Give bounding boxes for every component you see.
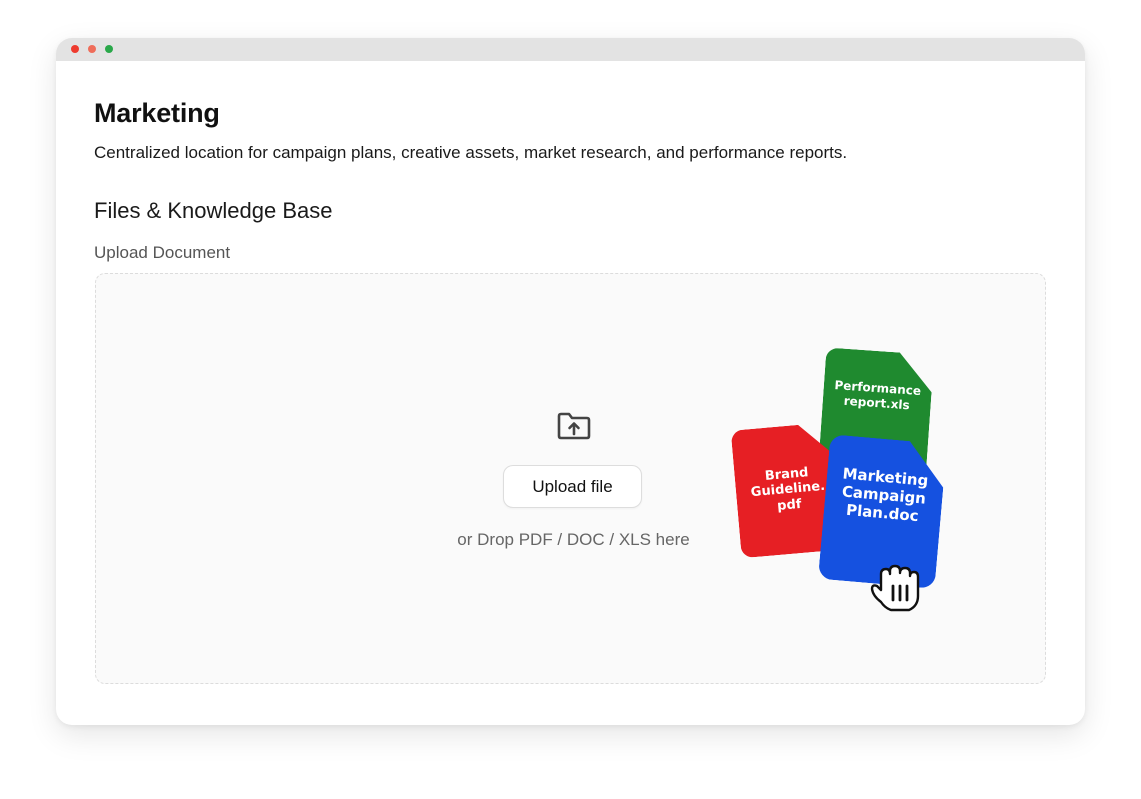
close-window-button[interactable] xyxy=(71,45,79,53)
maximize-window-button[interactable] xyxy=(105,45,113,53)
page-title: Marketing xyxy=(94,98,220,128)
app-window: Marketing Centralized location for campa… xyxy=(56,38,1085,725)
folder-upload-icon xyxy=(557,412,591,440)
minimize-window-button[interactable] xyxy=(88,45,96,53)
file-card-label: Marketing Campaign Plan.doc xyxy=(841,463,930,525)
window-titlebar xyxy=(56,38,1085,61)
upload-document-label: Upload Document xyxy=(94,243,231,262)
files-section-title: Files & Knowledge Base xyxy=(94,198,333,223)
drop-hint-text: or Drop PDF / DOC / XLS here xyxy=(457,530,690,549)
upload-file-button[interactable]: Upload file xyxy=(503,465,642,508)
file-card-label: Brand Guideline. pdf xyxy=(750,464,826,514)
page-description: Centralized location for campaign plans,… xyxy=(94,143,848,162)
grab-hand-icon xyxy=(870,564,920,612)
file-dropzone[interactable]: Upload file or Drop PDF / DOC / XLS here… xyxy=(95,273,1046,684)
file-card-label: Performance report.xls xyxy=(834,378,922,412)
